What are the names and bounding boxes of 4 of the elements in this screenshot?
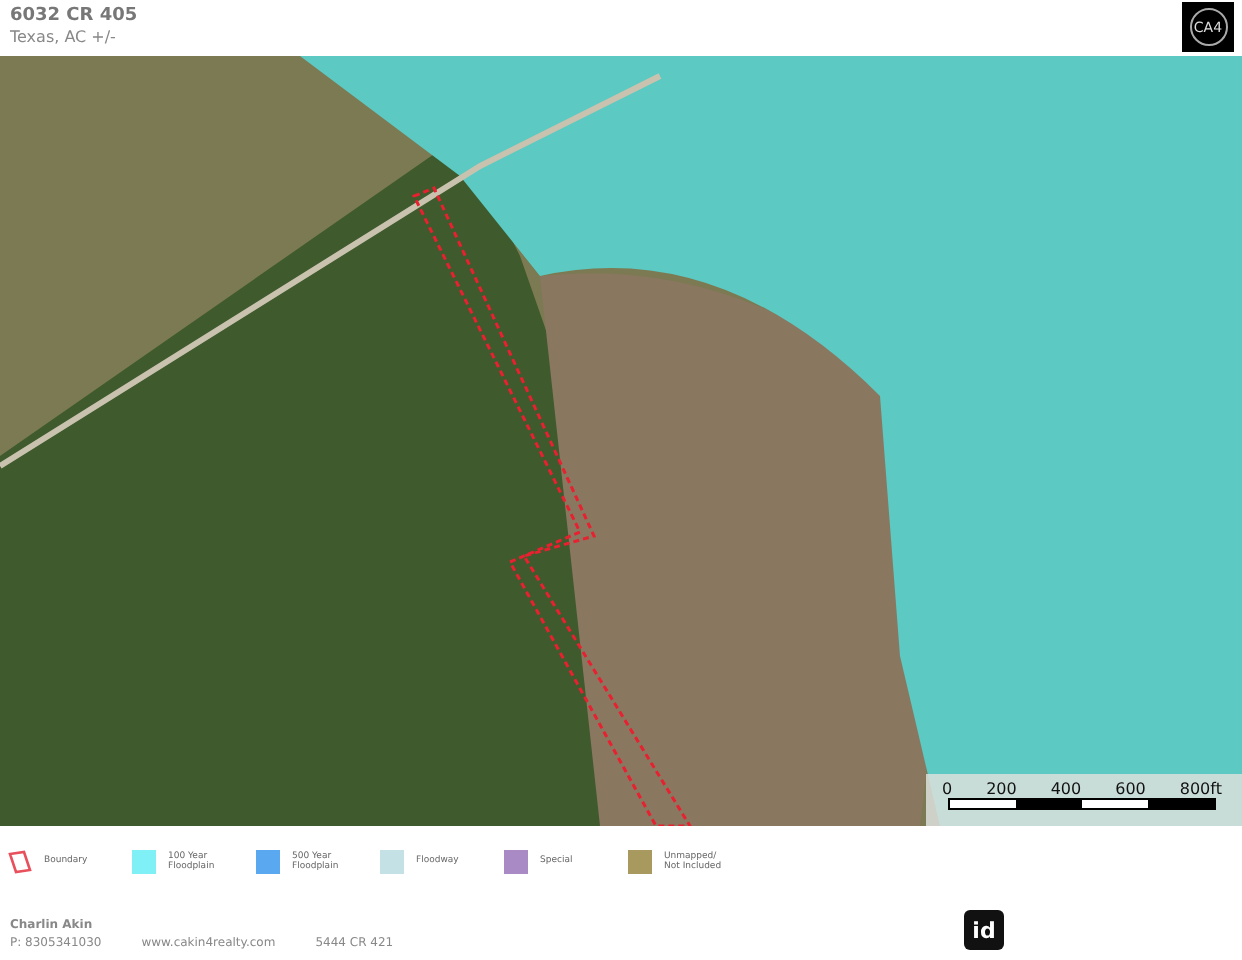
listing-title: 6032 CR 405 bbox=[10, 6, 138, 26]
provider-logo: id bbox=[964, 910, 1004, 950]
scale-bar: 0 200 400 600 800ft bbox=[926, 774, 1242, 826]
listing-location: Texas, AC +/- bbox=[10, 28, 118, 46]
